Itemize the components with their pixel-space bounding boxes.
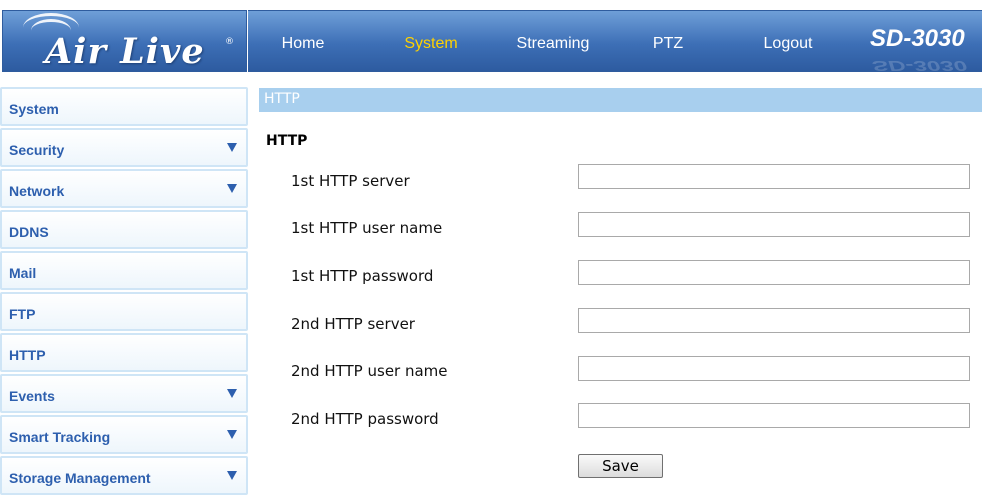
sidebar-item-label: HTTP <box>9 347 46 363</box>
sidebar-item-system[interactable]: System <box>0 87 248 126</box>
logo-reflection: Air Live <box>47 67 177 71</box>
first-http-user-name-input[interactable] <box>578 212 970 237</box>
sidebar-item-label: System <box>9 101 59 117</box>
second-http-user-name-input[interactable] <box>578 356 970 381</box>
sidebar-item-label: Events <box>9 388 55 404</box>
first-http-password-input[interactable] <box>578 260 970 285</box>
first-http-server-label: 1st HTTP server <box>291 172 410 190</box>
nav-item-system[interactable]: System <box>376 11 486 71</box>
registered-mark: ® <box>225 37 234 47</box>
triangle-down-icon[interactable] <box>227 184 237 193</box>
sidebar-item-label: DDNS <box>9 224 49 240</box>
sidebar: System Security Network DDNS Mail FTP HT… <box>0 87 248 495</box>
triangle-down-icon[interactable] <box>227 430 237 439</box>
nav-item-ptz[interactable]: PTZ <box>613 11 723 71</box>
sidebar-item-label: FTP <box>9 306 36 322</box>
sidebar-item-http[interactable]: HTTP <box>0 333 248 372</box>
sidebar-item-label: Storage Management <box>9 470 151 486</box>
model-name-reflection: SD-3030 <box>872 57 967 74</box>
sidebar-item-ddns[interactable]: DDNS <box>0 210 248 249</box>
sidebar-item-network[interactable]: Network <box>0 169 248 208</box>
sidebar-item-label: Smart Tracking <box>9 429 111 445</box>
sidebar-item-ftp[interactable]: FTP <box>0 292 248 331</box>
first-http-password-label: 1st HTTP password <box>291 267 434 285</box>
triangle-down-icon[interactable] <box>227 143 237 152</box>
triangle-down-icon[interactable] <box>227 471 237 480</box>
top-nav: Home System Streaming PTZ Logout SD-3030… <box>248 10 982 74</box>
main-content: HTTP HTTP 1st HTTP server 1st HTTP user … <box>259 88 982 495</box>
header: Air Live ® Air Live Home System Streamin… <box>0 0 982 86</box>
second-http-server-input[interactable] <box>578 308 970 333</box>
save-button[interactable]: Save <box>578 454 663 478</box>
triangle-down-icon[interactable] <box>227 389 237 398</box>
sidebar-item-mail[interactable]: Mail <box>0 251 248 290</box>
form-heading: HTTP <box>266 133 308 149</box>
sidebar-item-label: Network <box>9 183 65 199</box>
second-http-password-label: 2nd HTTP password <box>291 410 439 428</box>
first-http-user-name-label: 1st HTTP user name <box>291 219 443 237</box>
sidebar-item-storage-management[interactable]: Storage Management <box>0 456 248 495</box>
sidebar-item-label: Mail <box>9 265 37 281</box>
second-http-server-label: 2nd HTTP server <box>291 315 415 333</box>
sidebar-item-security[interactable]: Security <box>0 128 248 167</box>
sidebar-item-events[interactable]: Events <box>0 374 248 413</box>
nav-item-streaming[interactable]: Streaming <box>498 11 608 71</box>
first-http-server-input[interactable] <box>578 164 970 189</box>
sidebar-item-smart-tracking[interactable]: Smart Tracking <box>0 415 248 454</box>
section-title: HTTP <box>264 91 300 107</box>
second-http-password-input[interactable] <box>578 403 970 428</box>
model-name: SD-3030 <box>870 25 965 52</box>
second-http-user-name-label: 2nd HTTP user name <box>291 362 448 380</box>
section-title-bar: HTTP <box>259 88 982 112</box>
airlive-logo[interactable]: Air Live ® Air Live <box>2 10 247 72</box>
nav-item-logout[interactable]: Logout <box>733 11 843 71</box>
sidebar-item-label: Security <box>9 142 65 158</box>
nav-item-home[interactable]: Home <box>248 11 358 71</box>
